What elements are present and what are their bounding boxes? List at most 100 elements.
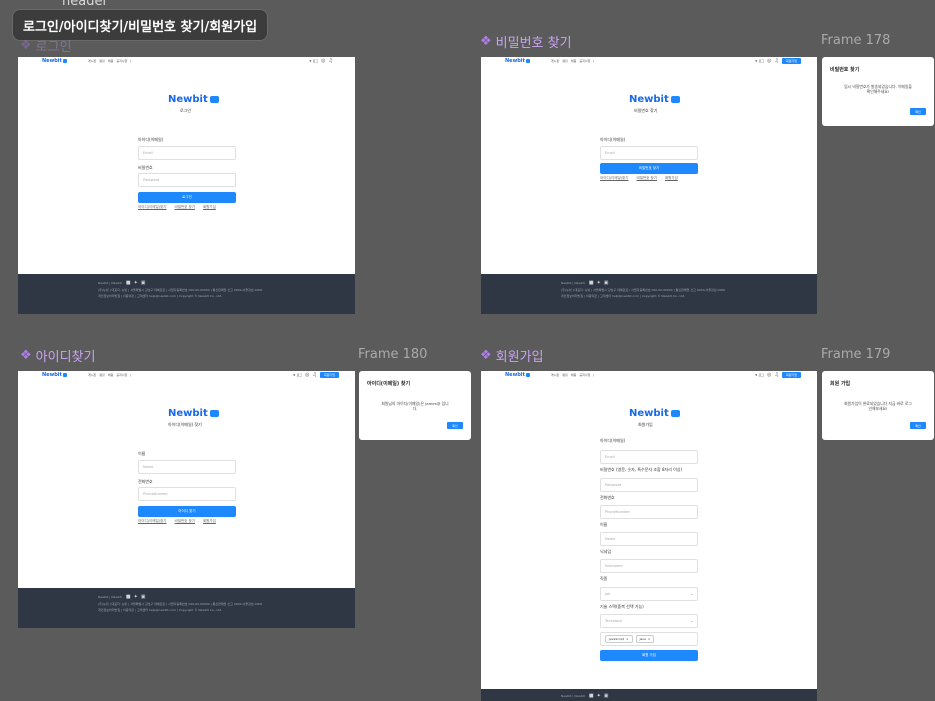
find-id-button[interactable]: 아이디 찾기 xyxy=(138,506,236,517)
nav-link[interactable]: 채용 xyxy=(108,373,114,377)
twitter-icon[interactable]: ✦ xyxy=(597,693,601,699)
signup-link[interactable]: 회원가입 xyxy=(203,205,216,210)
nav-logo[interactable]: Newbit xyxy=(42,58,67,64)
chevron-down-icon: ⌄ xyxy=(690,592,693,596)
techstack-label: 기술 스택(중복 선택 가능) xyxy=(600,604,644,609)
nav-cta-button[interactable]: 회원가입 xyxy=(319,372,339,378)
phone-field[interactable]: PhoneNumber xyxy=(600,505,698,519)
component-label-login[interactable]: ❖ 로그인 xyxy=(20,36,72,55)
nav-lang[interactable]: ❖ 로그 xyxy=(309,59,318,63)
nav-menu-toggle[interactable]: | xyxy=(593,373,594,377)
nav-link[interactable]: 랭킹 xyxy=(99,59,105,63)
logo-text: Newbit xyxy=(505,372,525,378)
job-select[interactable]: job ⌄ xyxy=(600,587,698,601)
find-pw-link[interactable]: 비밀번호 찾기 xyxy=(637,176,657,181)
logo-icon xyxy=(525,372,530,377)
find-pw-button[interactable]: 비밀번호 찾기 xyxy=(600,163,698,174)
nav-link[interactable]: 채용 xyxy=(571,373,577,377)
phone-field[interactable]: PhoneNumber xyxy=(138,487,236,501)
facebook-icon[interactable]: ■ xyxy=(589,280,594,286)
nav-link[interactable]: 랭킹 xyxy=(562,59,568,63)
facebook-icon[interactable]: ■ xyxy=(589,693,594,699)
nav-logo[interactable]: Newbit xyxy=(505,372,530,378)
frame-label-180[interactable]: Frame 180 xyxy=(358,347,427,362)
find-id-link[interactable]: 아이디(이메일)찾기 xyxy=(138,205,167,210)
tag-label: Java xyxy=(639,637,646,641)
brand-text: Newbit xyxy=(629,408,669,419)
nav-links: 게시판 랭킹 채용 공지사항 | xyxy=(88,373,131,377)
find-pw-link[interactable]: 비밀번호 찾기 xyxy=(175,205,195,210)
facebook-icon[interactable]: ■ xyxy=(126,594,131,600)
modal-confirm-button[interactable]: 확인 xyxy=(447,422,463,429)
bell-icon[interactable]: ♫ xyxy=(329,58,333,64)
nav-link[interactable]: 공지사항 xyxy=(116,59,127,63)
chat-icon[interactable]: ◎ xyxy=(767,58,771,64)
name-field[interactable]: Name xyxy=(600,532,698,546)
twitter-icon[interactable]: ✦ xyxy=(597,280,601,286)
nav-link[interactable]: 공지사항 xyxy=(116,373,127,377)
signup-link[interactable]: 회원가입 xyxy=(203,519,216,524)
frame-label-178[interactable]: Frame 178 xyxy=(821,33,890,48)
nav-link[interactable]: 게시판 xyxy=(88,373,96,377)
bell-icon[interactable]: ♫ xyxy=(774,372,778,378)
component-label-find-id[interactable]: ❖ 아이디찾기 xyxy=(20,346,95,365)
component-label-signup[interactable]: ❖ 회원가입 xyxy=(480,346,544,365)
instagram-icon[interactable]: ▣ xyxy=(141,280,146,286)
nav-menu-toggle[interactable]: | xyxy=(130,373,131,377)
email-field[interactable]: Email xyxy=(600,450,698,464)
find-id-link[interactable]: 아이디(이메일)찾기 xyxy=(138,519,167,524)
instagram-icon[interactable]: ▣ xyxy=(141,594,146,600)
nav-menu-toggle[interactable]: | xyxy=(130,59,131,63)
modal-confirm-button[interactable]: 확인 xyxy=(910,422,926,429)
nav-lang[interactable]: ❖ 로그 xyxy=(755,373,764,377)
nav-link[interactable]: 게시판 xyxy=(88,59,96,63)
find-pw-link[interactable]: 비밀번호 찾기 xyxy=(175,519,195,524)
bell-icon[interactable]: ♫ xyxy=(774,58,778,64)
nav-link[interactable]: 게시판 xyxy=(551,373,559,377)
techstack-select[interactable]: Techstack ⌄ xyxy=(600,614,698,628)
password-field[interactable]: Password xyxy=(138,173,236,187)
component-label-find-pw[interactable]: ❖ 비밀번호 찾기 xyxy=(480,32,572,51)
brand-icon xyxy=(209,96,219,103)
nav-link[interactable]: 채용 xyxy=(108,59,114,63)
twitter-icon[interactable]: ✦ xyxy=(134,280,138,286)
social-icons: ■ ✦ ▣ xyxy=(589,693,609,699)
nav-cta-button[interactable]: 회원가입 xyxy=(781,372,801,378)
footer-brand: Newbit | Newbit xyxy=(561,281,585,285)
instagram-icon[interactable]: ▣ xyxy=(604,280,609,286)
chat-icon[interactable]: ◎ xyxy=(305,372,309,378)
login-button[interactable]: 로그인 xyxy=(138,192,236,203)
close-icon[interactable]: × xyxy=(626,637,629,641)
email-field[interactable]: Email xyxy=(600,146,698,160)
name-field[interactable]: Name xyxy=(138,460,236,474)
footer: Newbit | Newbit ■ ✦ ▣ xyxy=(481,689,817,701)
nav-lang[interactable]: ❖ 로그 xyxy=(293,373,302,377)
nav-link[interactable]: 랭킹 xyxy=(562,373,568,377)
modal-confirm-button[interactable]: 확인 xyxy=(910,108,926,115)
chat-icon[interactable]: ◎ xyxy=(767,372,771,378)
facebook-icon[interactable]: ■ xyxy=(126,280,131,286)
modal-title: 아이디(이메일) 찾기 xyxy=(367,381,411,387)
nav-logo[interactable]: Newbit xyxy=(42,372,67,378)
nav-cta-button[interactable]: 회원가입 xyxy=(781,58,801,64)
signup-link[interactable]: 회원가입 xyxy=(665,176,678,181)
bell-icon[interactable]: ♫ xyxy=(312,372,316,378)
twitter-icon[interactable]: ✦ xyxy=(134,594,138,600)
find-id-link[interactable]: 아이디(이메일)찾기 xyxy=(600,176,629,181)
nav-menu-toggle[interactable]: | xyxy=(593,59,594,63)
password-field[interactable]: Password xyxy=(600,478,698,492)
frame-label-179[interactable]: Frame 179 xyxy=(821,347,890,362)
nav-link[interactable]: 공지사항 xyxy=(579,373,590,377)
signup-button[interactable]: 회원 가입 xyxy=(600,650,698,661)
nav-link[interactable]: 채용 xyxy=(571,59,577,63)
chat-icon[interactable]: ◎ xyxy=(321,58,325,64)
nav-link[interactable]: 랭킹 xyxy=(99,373,105,377)
nav-lang[interactable]: ❖ 로그 xyxy=(755,59,764,63)
close-icon[interactable]: × xyxy=(648,637,651,641)
instagram-icon[interactable]: ▣ xyxy=(604,693,609,699)
nav-link[interactable]: 게시판 xyxy=(551,59,559,63)
email-field[interactable]: Email xyxy=(138,146,236,160)
nav-logo[interactable]: Newbit xyxy=(505,58,530,64)
nickname-field[interactable]: Nickname xyxy=(600,559,698,573)
nav-link[interactable]: 공지사항 xyxy=(579,59,590,63)
